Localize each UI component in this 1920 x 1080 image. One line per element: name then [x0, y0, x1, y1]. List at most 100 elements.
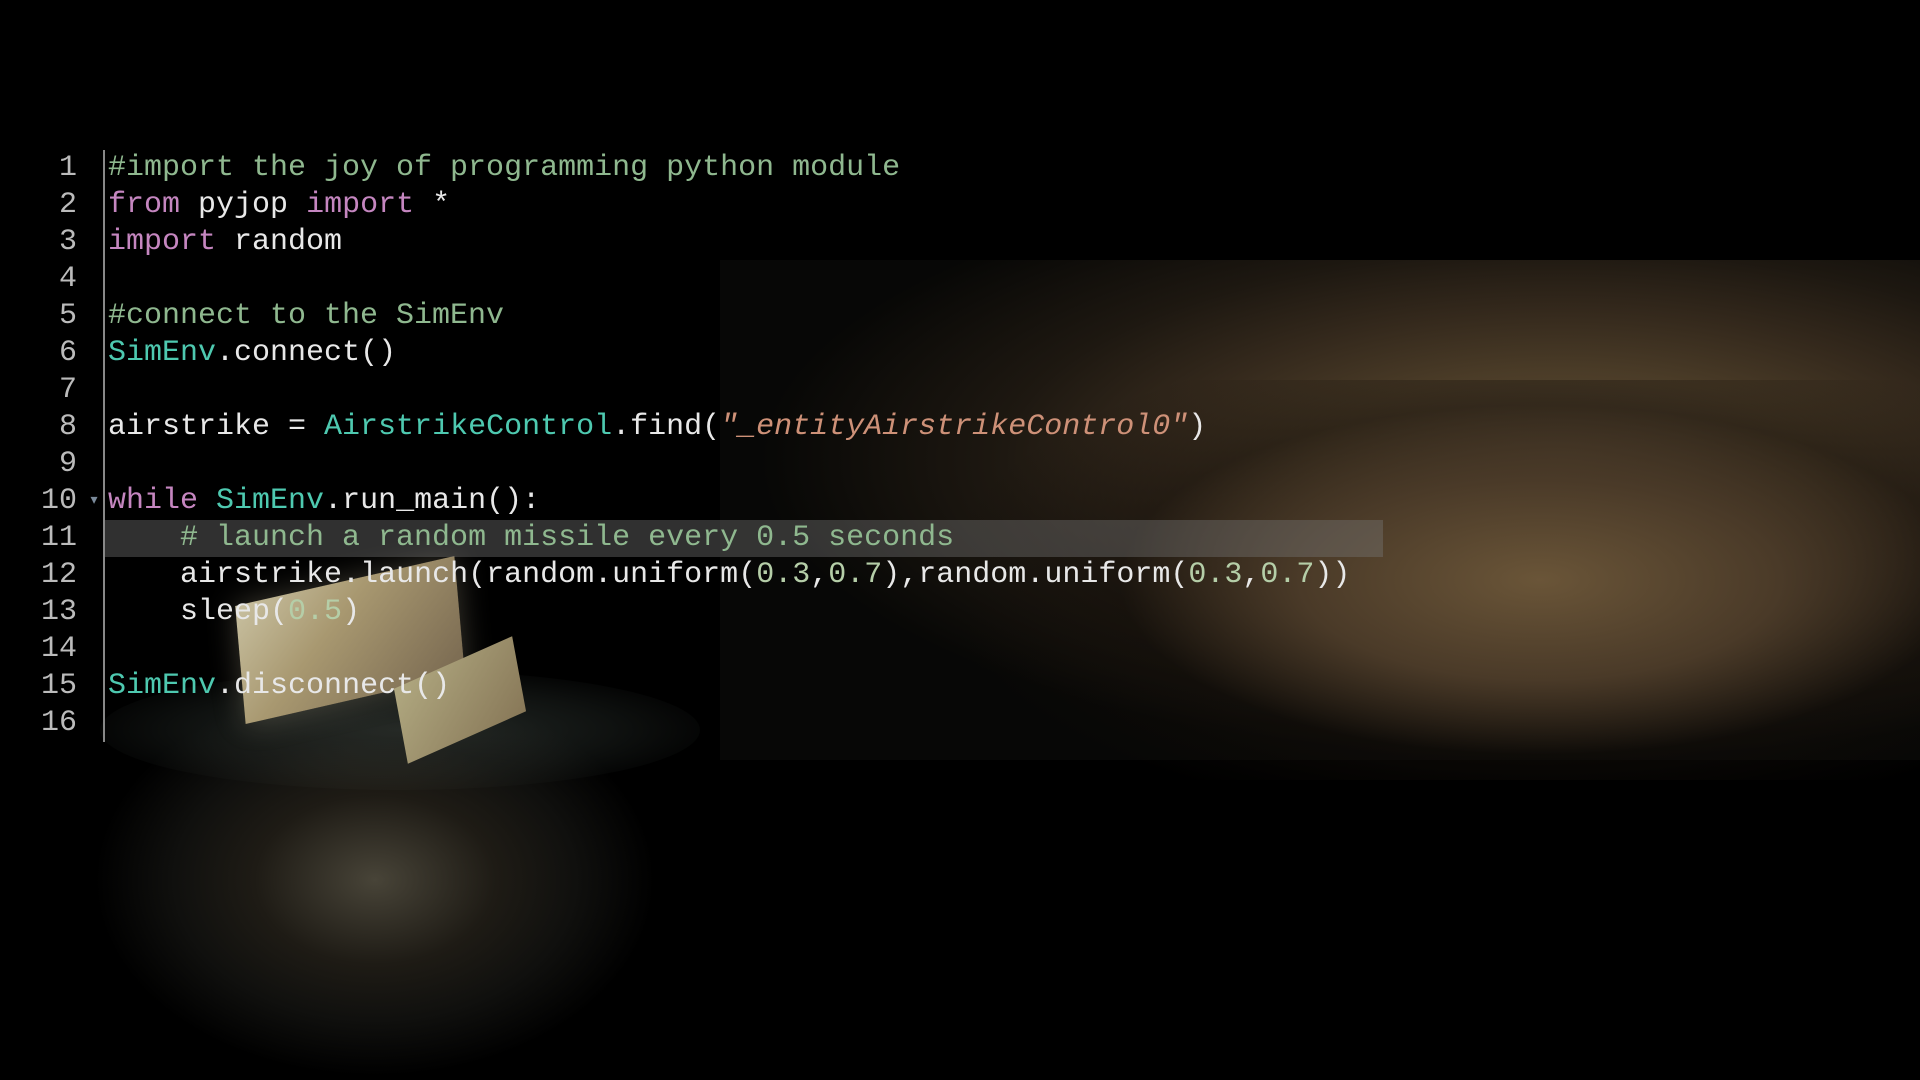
code-token: random: [234, 225, 342, 259]
line-number: 16: [35, 705, 85, 742]
code-token: ,: [1242, 558, 1260, 592]
code-token: 0.3: [1188, 558, 1242, 592]
fold-marker: [85, 631, 103, 668]
fold-marker: [85, 261, 103, 298]
line-number: 14: [35, 631, 85, 668]
line-content[interactable]: import random: [103, 224, 342, 261]
code-token: .: [342, 558, 360, 592]
code-token: [108, 558, 180, 592]
line-number: 6: [35, 335, 85, 372]
line-content[interactable]: [103, 261, 108, 298]
line-content[interactable]: #connect to the SimEnv: [103, 298, 504, 335]
code-token: import: [108, 225, 216, 259]
code-token: disconnect: [234, 669, 414, 703]
fold-marker: [85, 298, 103, 335]
code-line[interactable]: 4: [35, 261, 1383, 298]
code-line[interactable]: 14: [35, 631, 1383, 668]
fold-marker: [85, 150, 103, 187]
code-token: #import the joy of programming python mo…: [108, 151, 900, 185]
code-token: # launch a random missile every 0.5 seco…: [180, 521, 954, 555]
line-content[interactable]: [103, 446, 108, 483]
code-token: (: [468, 558, 486, 592]
code-token: random: [918, 558, 1026, 592]
line-number: 1: [35, 150, 85, 187]
code-line[interactable]: 9: [35, 446, 1383, 483]
fold-marker: [85, 557, 103, 594]
line-content[interactable]: [103, 631, 108, 668]
code-line[interactable]: 8 airstrike = AirstrikeControl.find("_ent…: [35, 409, 1383, 446]
code-token: uniform: [1044, 558, 1170, 592]
code-token: [180, 188, 198, 222]
fold-marker: [85, 668, 103, 705]
code-token: connect: [234, 336, 360, 370]
code-token: ),: [882, 558, 918, 592]
line-number: 11: [35, 520, 85, 557]
line-number: 4: [35, 261, 85, 298]
code-token: uniform: [612, 558, 738, 592]
line-content[interactable]: sleep(0.5): [103, 594, 360, 631]
code-line[interactable]: 15SimEnv.disconnect(): [35, 668, 1383, 705]
code-token: 0.3: [756, 558, 810, 592]
code-token: [288, 188, 306, 222]
code-line[interactable]: 13 sleep(0.5): [35, 594, 1383, 631]
line-number: 8: [35, 409, 85, 446]
line-content[interactable]: airstrike.launch(random.uniform(0.3,0.7)…: [103, 557, 1350, 594]
line-content[interactable]: while SimEnv.run_main():: [103, 483, 540, 520]
line-number: 10: [35, 483, 85, 520]
code-line[interactable]: 10▾while SimEnv.run_main():: [35, 483, 1383, 520]
line-content[interactable]: [103, 372, 108, 409]
code-token: =: [270, 410, 324, 444]
fold-marker: [85, 335, 103, 372]
line-content[interactable]: SimEnv.connect(): [103, 335, 396, 372]
code-token: ): [342, 595, 360, 629]
code-line[interactable]: 16: [35, 705, 1383, 742]
code-token: find: [630, 410, 702, 444]
code-token: (): [360, 336, 396, 370]
code-editor[interactable]: 1 #import the joy of programming python m…: [35, 150, 1383, 742]
code-token: while: [108, 484, 198, 518]
line-number: 3: [35, 224, 85, 261]
fold-marker: [85, 594, 103, 631]
code-token: .: [1026, 558, 1044, 592]
fold-marker: [85, 224, 103, 261]
fold-marker: [85, 372, 103, 409]
code-token: ,: [810, 558, 828, 592]
code-token: [216, 225, 234, 259]
line-content[interactable]: [103, 705, 108, 742]
code-token: sleep: [180, 595, 270, 629]
line-content[interactable]: from pyjop import *: [103, 187, 450, 224]
code-token: #connect to the SimEnv: [108, 299, 504, 333]
code-line[interactable]: 11 # launch a random missile every 0.5 s…: [35, 520, 1383, 557]
code-line[interactable]: 1 #import the joy of programming python m…: [35, 150, 1383, 187]
code-token: SimEnv: [216, 484, 324, 518]
code-line[interactable]: 7: [35, 372, 1383, 409]
code-token: pyjop: [198, 188, 288, 222]
code-token: AirstrikeControl: [324, 410, 612, 444]
code-line[interactable]: 3 import random: [35, 224, 1383, 261]
code-token: .: [324, 484, 342, 518]
code-token: )): [1314, 558, 1350, 592]
code-line[interactable]: 5 #connect to the SimEnv: [35, 298, 1383, 335]
line-content[interactable]: #import the joy of programming python mo…: [103, 150, 900, 187]
code-token: .: [216, 336, 234, 370]
code-token: 0.7: [1260, 558, 1314, 592]
code-token: from: [108, 188, 180, 222]
code-line[interactable]: 12 airstrike.launch(random.uniform(0.3,0…: [35, 557, 1383, 594]
code-token: airstrike: [180, 558, 342, 592]
line-number: 12: [35, 557, 85, 594]
code-token: (: [738, 558, 756, 592]
line-content[interactable]: # launch a random missile every 0.5 seco…: [103, 520, 1383, 557]
line-number: 5: [35, 298, 85, 335]
code-token: SimEnv: [108, 336, 216, 370]
fold-marker[interactable]: ▾: [85, 483, 103, 520]
code-token: import: [306, 188, 414, 222]
code-token: .: [216, 669, 234, 703]
code-token: ): [1188, 410, 1206, 444]
code-line[interactable]: 6 SimEnv.connect(): [35, 335, 1383, 372]
line-content[interactable]: airstrike = AirstrikeControl.find("_enti…: [103, 409, 1206, 446]
code-token: [414, 188, 432, 222]
code-line[interactable]: 2from pyjop import *: [35, 187, 1383, 224]
code-token: run_main: [342, 484, 486, 518]
code-token: .: [594, 558, 612, 592]
line-content[interactable]: SimEnv.disconnect(): [103, 668, 450, 705]
